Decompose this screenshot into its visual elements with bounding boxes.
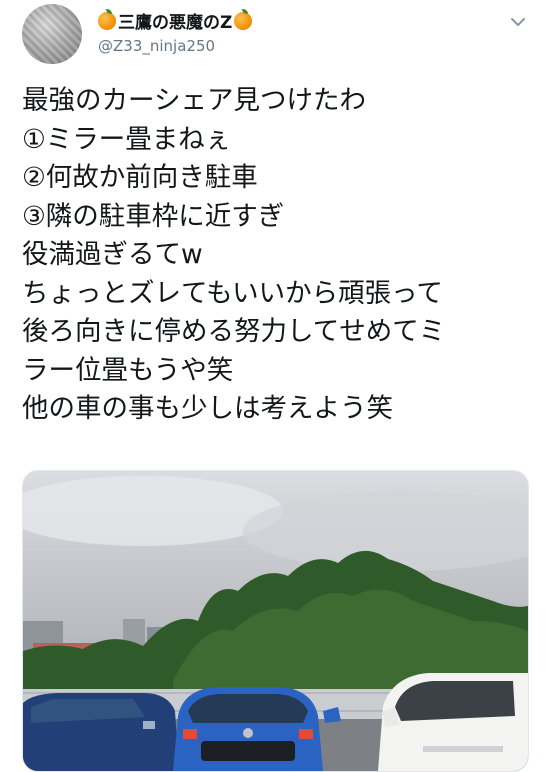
user-handle[interactable]: @Z33_ninja250 — [98, 37, 215, 55]
tweet-line: ①ミラー畳まねぇ — [22, 123, 232, 155]
tweet-line: 最強のカーシェア見つけたわ — [22, 85, 366, 116]
orange-emoji-icon — [98, 8, 116, 30]
parking-lot-photo — [23, 476, 528, 771]
chevron-down-icon[interactable] — [508, 12, 528, 32]
tweet-line: ラー位畳もうや笑 — [22, 354, 234, 386]
tweet-line: ちょっとズレてもいいから頑張って — [22, 277, 443, 309]
orange-emoji-icon — [234, 8, 253, 30]
tweet-header: 三鷹の悪魔のZ @Z33_ninja250 — [0, 0, 550, 80]
tweet-line: 役満過ぎるてw — [22, 239, 203, 270]
avatar[interactable] — [22, 4, 82, 64]
tweet-text: 最強のカーシェア見つけたわ ①ミラー畳まねぇ ②何故か前向き駐車 ③隣の駐車枠に… — [22, 82, 537, 429]
tweet-line: 後ろ向きに停める努力してせめてミ — [22, 316, 446, 347]
tweet-line: ③隣の駐車枠に近すぎ — [22, 200, 285, 232]
tweet-line: ②何故か前向き駐車 — [22, 162, 258, 193]
tweet-photo[interactable] — [22, 470, 529, 772]
display-name-row[interactable]: 三鷹の悪魔のZ — [98, 8, 253, 33]
tweet-line: 他の車の事も少しは考えよう笑 — [22, 393, 393, 424]
display-name[interactable]: 三鷹の悪魔のZ — [118, 8, 232, 33]
